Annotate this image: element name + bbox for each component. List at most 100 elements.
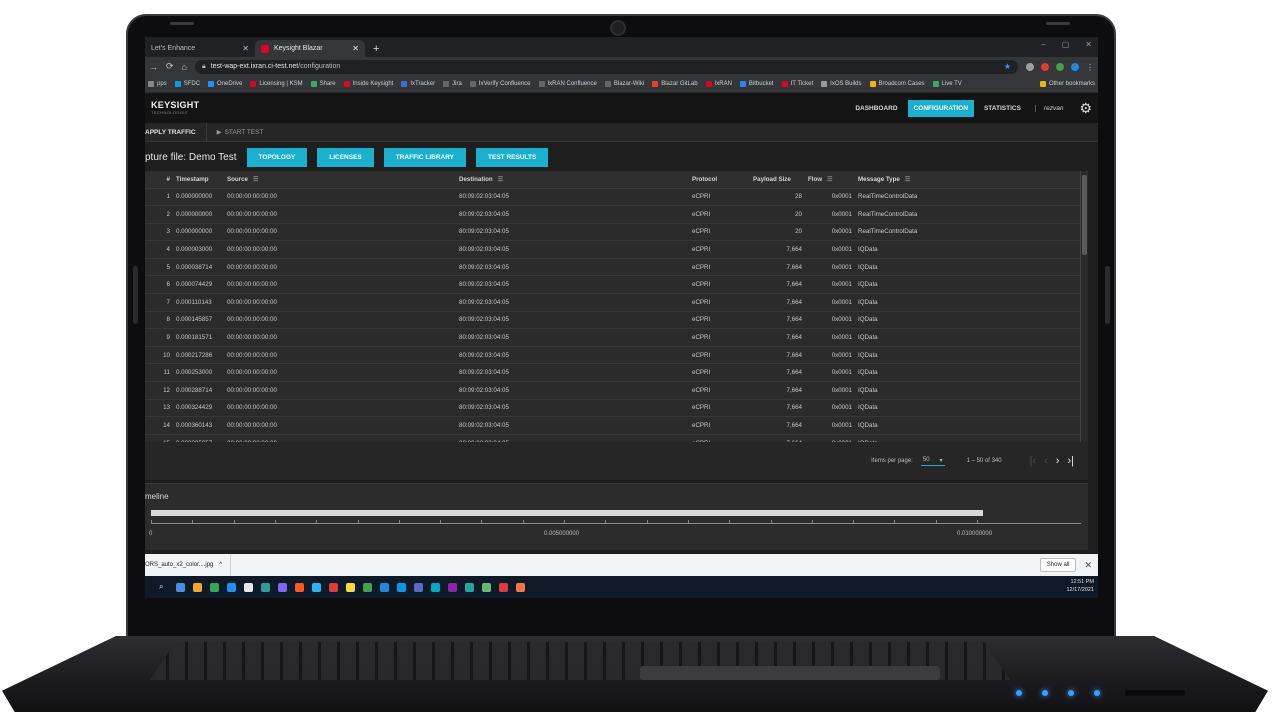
profile-avatar-icon[interactable] [1071, 62, 1079, 71]
bookmark-item[interactable]: IT Ticket [781, 81, 813, 87]
close-window-icon[interactable]: ✕ [1085, 40, 1092, 49]
tab-keysight-blazar[interactable]: Keysight Blazar ✕ [255, 40, 365, 57]
bookmark-item[interactable]: pps [148, 81, 167, 87]
chevron-up-icon[interactable]: ^ [219, 562, 222, 568]
taskbar-app-icon[interactable] [516, 582, 525, 592]
taskbar-app-icon[interactable] [414, 582, 423, 592]
download-item[interactable]: ORS_auto_x2_color....jpg ^ [145, 554, 232, 576]
nav-configuration[interactable]: CONFIGURATION [907, 99, 974, 117]
taskbar-app-icon[interactable] [278, 582, 287, 592]
bookmark-item[interactable]: Jira [443, 81, 462, 87]
filter-icon[interactable]: ☰ [498, 177, 503, 183]
search-icon[interactable]: ⌕ [159, 582, 168, 592]
start-test-button[interactable]: ▶ START TEST [207, 128, 274, 137]
timeline-bar[interactable] [151, 510, 983, 516]
taskbar-app-icon[interactable] [312, 582, 321, 592]
licenses-button[interactable]: LICENSES [317, 148, 374, 167]
table-row[interactable]: 4 0.000003000 00:00:00:00:00:00 80:09:02:03… [145, 240, 1088, 259]
taskbar-app-icon[interactable] [244, 582, 253, 592]
table-row[interactable]: 12 0.000288714 00:00:00:00:00:00 80:09:02:0… [145, 381, 1088, 400]
bookmark-item[interactable]: SFDC [174, 81, 200, 87]
taskbar-app-icon[interactable] [465, 582, 474, 592]
gear-icon[interactable]: ⚙ [1079, 100, 1092, 117]
bookmark-item[interactable]: OneDrive [208, 81, 242, 87]
traffic-library-button[interactable]: TRAFFIC LIBRARY [383, 148, 467, 167]
extension-icon[interactable] [1056, 62, 1064, 71]
apply-traffic-button[interactable]: APPLY TRAFFIC [145, 123, 207, 141]
taskbar-app-icon[interactable] [431, 582, 440, 592]
bookmark-item[interactable]: Broadcom Cases [869, 81, 925, 87]
filter-icon[interactable]: ☰ [253, 177, 258, 183]
show-all-button[interactable]: Show all [1039, 558, 1077, 572]
page-size-select[interactable]: 50 ▾ [920, 457, 945, 466]
home-icon[interactable]: ⌂ [182, 62, 187, 72]
table-row[interactable]: 7 0.000110143 00:00:00:00:00:00 80:09:02:03… [145, 293, 1088, 312]
extension-icon[interactable] [1026, 62, 1034, 71]
extension-icon[interactable] [1041, 62, 1049, 71]
menu-kebab-icon[interactable]: ⋮ [1086, 63, 1094, 72]
taskbar-app-icon[interactable] [329, 582, 338, 592]
bookmark-item[interactable]: IxTracker [401, 81, 435, 87]
col-header-timestamp[interactable]: Timestamp [173, 171, 224, 189]
topology-button[interactable]: TOPOLOGY [246, 148, 308, 167]
table-row[interactable]: 3 0.000000000 00:00:00:00:00:00 80:09:02:03… [145, 223, 1088, 242]
table-scrollbar-thumb[interactable] [1082, 175, 1087, 255]
col-header-payload-size[interactable]: Payload Size [750, 171, 805, 189]
table-row[interactable]: 13 0.000324429 00:00:00:00:00:00 80:09:02:0… [145, 399, 1088, 418]
prev-page-icon[interactable]: ‹ [1044, 455, 1048, 467]
taskbar-app-icon[interactable] [482, 582, 491, 592]
other-bookmarks[interactable]: Other bookmarks [1039, 81, 1095, 87]
url-field[interactable]: 🔒︎ test-wap-ext.ixran.ci-test.net/config… [194, 59, 1018, 74]
table-row[interactable]: 150.00039585700:00:00:00:00:0080:09:02:0… [145, 434, 1088, 442]
taskbar-app-icon[interactable] [227, 582, 236, 592]
bookmark-item[interactable]: IxVerify Confluence [469, 81, 531, 87]
col-header-index[interactable]: # [145, 171, 173, 189]
tab-lets-enhance[interactable]: Let's Enhance ✕ [145, 40, 255, 57]
filter-icon[interactable]: ☰ [905, 177, 910, 183]
taskbar-app-icon[interactable] [346, 582, 355, 592]
user-name[interactable]: rezvan [1034, 104, 1063, 112]
taskbar-app-icon[interactable] [499, 582, 508, 592]
col-header-source[interactable]: Source ☰ [224, 171, 456, 189]
bookmark-item[interactable]: Live TV [932, 81, 962, 87]
table-row[interactable]: 8 0.000145857 00:00:00:00:00:00 80:09:02:03… [145, 311, 1088, 330]
taskbar-app-icon[interactable] [448, 582, 457, 592]
bookmark-item[interactable]: Licensing | KSM [250, 81, 303, 87]
taskbar-app-icon[interactable] [193, 582, 202, 592]
close-tab-icon[interactable]: ✕ [242, 44, 249, 53]
last-page-icon[interactable]: ›| [1067, 455, 1074, 467]
filter-icon[interactable]: ☰ [827, 177, 832, 183]
table-row[interactable]: 10 0.000217286 00:00:00:00:00:00 80:09:02:0… [145, 346, 1088, 365]
bookmark-item[interactable]: IxRAN [705, 81, 732, 87]
taskbar-app-icon[interactable] [261, 582, 270, 592]
test-results-button[interactable]: TEST RESULTS [476, 148, 549, 167]
col-header-destination[interactable]: Destination ☰ [456, 171, 689, 189]
new-tab-button[interactable]: + [365, 43, 387, 57]
col-header-flow[interactable]: Flow ☰ [805, 171, 855, 189]
taskbar-app-icon[interactable] [210, 582, 219, 592]
taskbar-app-icon[interactable] [363, 582, 372, 592]
bookmark-item[interactable]: IxOS Builds [821, 81, 862, 87]
bookmark-item[interactable]: Blazar-Wiki [604, 81, 644, 87]
maximize-icon[interactable]: ▢ [1062, 40, 1070, 49]
first-page-icon[interactable]: |‹ [1030, 455, 1037, 467]
forward-icon[interactable]: → [149, 62, 158, 72]
bookmark-star-icon[interactable]: ★ [1004, 62, 1011, 71]
reload-icon[interactable]: ⟳ [166, 61, 174, 72]
col-header-protocol[interactable]: Protocol [689, 171, 750, 189]
nav-dashboard[interactable]: DASHBOARD [849, 100, 903, 117]
table-row[interactable]: 14 0.000360143 00:00:00:00:00:00 80:09:02:0… [145, 416, 1088, 435]
table-row[interactable]: 6 0.000074429 00:00:00:00:00:00 80:09:02:03… [145, 275, 1088, 295]
next-page-icon[interactable]: › [1056, 455, 1060, 467]
nav-statistics[interactable]: STATISTICS [978, 100, 1027, 117]
col-header-message-type[interactable]: Message Type ☰ [855, 171, 1088, 189]
taskbar-app-icon[interactable] [380, 582, 389, 592]
table-row[interactable]: 9 0.000181571 00:00:00:00:00:00 80:09:02:03… [145, 328, 1088, 347]
bookmark-item[interactable]: IxRAN Confluence [538, 81, 597, 87]
table-row[interactable]: 5 0.000038714 00:00:00:00:00:00 80:09:02:03… [145, 258, 1088, 277]
bookmark-item[interactable]: Inside Keysight [343, 81, 393, 87]
close-tab-icon[interactable]: ✕ [352, 44, 359, 53]
taskbar-app-icon[interactable] [295, 582, 304, 592]
bookmark-item[interactable]: Blazar GitLab [652, 81, 698, 87]
minimize-icon[interactable]: – [1041, 40, 1045, 49]
